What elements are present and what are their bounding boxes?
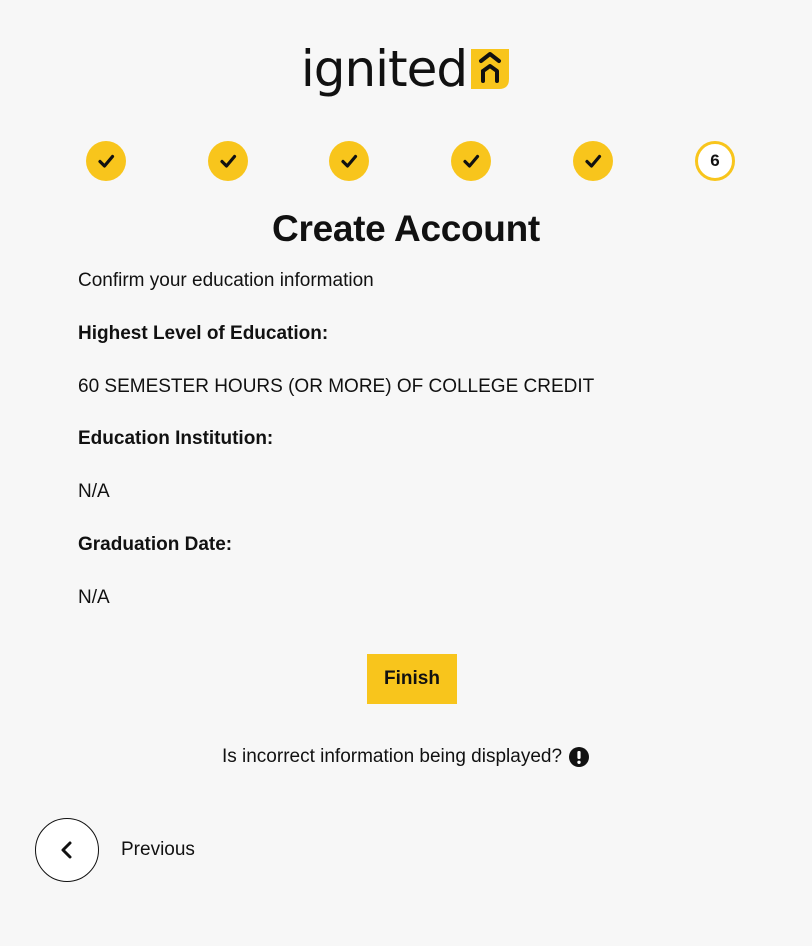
check-icon [463,154,480,168]
education-level-value: 60 SEMESTER HOURS (OR MORE) OF COLLEGE C… [78,376,595,397]
chevron-left-icon [61,841,72,859]
institution-label: Education Institution: [78,428,274,449]
check-icon [98,154,115,168]
step-3-complete [329,141,369,181]
incorrect-info-row: Is incorrect information being displayed… [0,746,812,768]
finish-button[interactable]: Finish [367,654,457,704]
exclamation-circle-icon[interactable] [568,746,590,768]
graduation-date-label: Graduation Date: [78,534,233,555]
page-title: Create Account [272,208,540,249]
step-2-complete [208,141,248,181]
education-level-label: Highest Level of Education: [78,323,329,344]
intro-text: Confirm your education information [78,270,374,291]
step-1-complete [86,141,126,181]
ignited-logo-mark-icon [471,49,510,89]
check-icon [585,154,602,168]
create-account-page: ignited 6 Create Account Confirm your ed… [0,0,812,946]
check-icon [220,154,237,168]
institution-value: N/A [78,481,110,502]
graduation-date-value: N/A [78,587,110,608]
previous-circle[interactable] [35,818,99,882]
step-5-complete [573,141,613,181]
step-4-complete [451,141,491,181]
previous-label[interactable]: Previous [121,839,195,861]
progress-stepper: 6 [86,141,736,181]
step-6-current: 6 [695,141,735,181]
logo-text: ignited [300,40,468,98]
incorrect-info-text: Is incorrect information being displayed… [221,746,563,767]
previous-button[interactable]: Previous [35,818,195,882]
check-icon [341,154,358,168]
ignited-logo: ignited [0,44,812,94]
